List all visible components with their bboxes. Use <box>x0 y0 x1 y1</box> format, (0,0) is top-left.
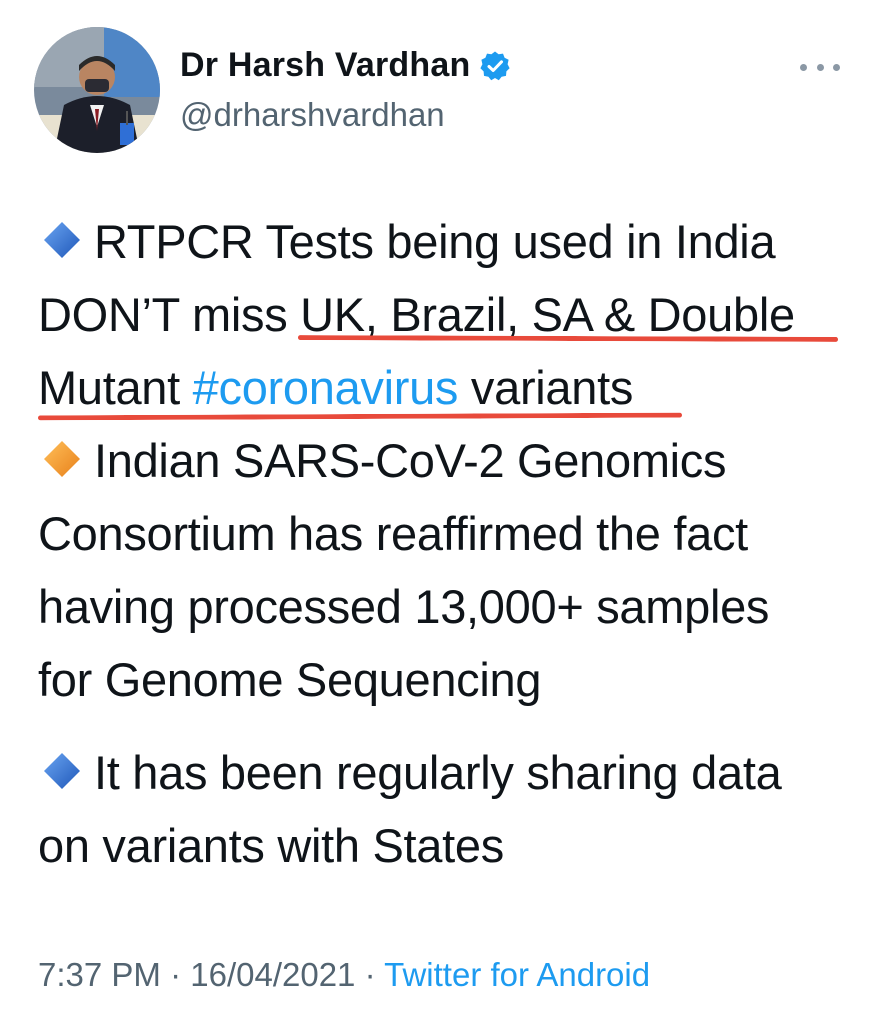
tweet-line: having processed 13,000+ samples <box>38 570 868 643</box>
tweet-text: RTPCR Tests being used in India DON’T mi… <box>38 205 868 882</box>
orange-diamond-icon <box>42 426 82 477</box>
tweet-line-text: It has been regularly sharing data <box>94 746 782 799</box>
tweet-line: for Genome Sequencing <box>38 643 868 716</box>
tweet-line-text: Consortium has reaffirmed the fact <box>38 507 748 560</box>
tweet-line-text: Indian SARS-CoV-2 Genomics <box>94 434 727 487</box>
verified-badge-icon <box>479 50 511 82</box>
tweet-line-text: for Genome Sequencing <box>38 653 542 706</box>
profile-photo-icon <box>34 27 160 153</box>
author-name[interactable]: Dr Harsh Vardhan <box>180 46 511 85</box>
author-handle[interactable]: @drharshvardhan <box>180 96 445 134</box>
tweet-line: It has been regularly sharing data <box>38 736 868 809</box>
tweet-line-text: variants <box>458 361 634 414</box>
tweet-line: on variants with States <box>38 809 868 882</box>
tweet-line-text: Mutant <box>38 361 193 414</box>
tweet-line-text: DON’T miss UK, Brazil, SA & Double <box>38 288 795 341</box>
more-options-button[interactable] <box>800 50 840 84</box>
tweet-time[interactable]: 7:37 PM <box>38 956 161 993</box>
tweet-line-text: on variants with States <box>38 819 504 872</box>
meta-separator: · <box>355 956 385 993</box>
avatar[interactable] <box>34 27 160 153</box>
tweet-line: Consortium has reaffirmed the fact <box>38 497 868 570</box>
more-dot <box>800 63 807 71</box>
more-dot <box>833 63 840 71</box>
meta-separator: · <box>160 956 191 993</box>
tweet-date[interactable]: 16/04/2021 <box>190 956 355 993</box>
tweet-line-text: having processed 13,000+ samples <box>38 580 770 633</box>
tweet-source-link[interactable]: Twitter for Android <box>384 956 650 993</box>
more-dot <box>816 63 824 71</box>
blue-diamond-icon <box>42 207 82 258</box>
hashtag-link[interactable]: #coronavirus <box>193 361 459 414</box>
tweet-line: RTPCR Tests being used in India <box>38 205 868 278</box>
tweet-line: Indian SARS-CoV-2 Genomics <box>38 424 868 497</box>
blue-diamond-icon <box>42 738 82 789</box>
author-name-text: Dr Harsh Vardhan <box>180 46 471 84</box>
tweet-meta: 7:37 PM · 16/04/2021 · Twitter for Andro… <box>38 956 650 994</box>
tweet: Dr Harsh Vardhan @drharshvardhan RTPCR T… <box>0 0 880 1024</box>
tweet-line-text: RTPCR Tests being used in India <box>94 215 776 268</box>
